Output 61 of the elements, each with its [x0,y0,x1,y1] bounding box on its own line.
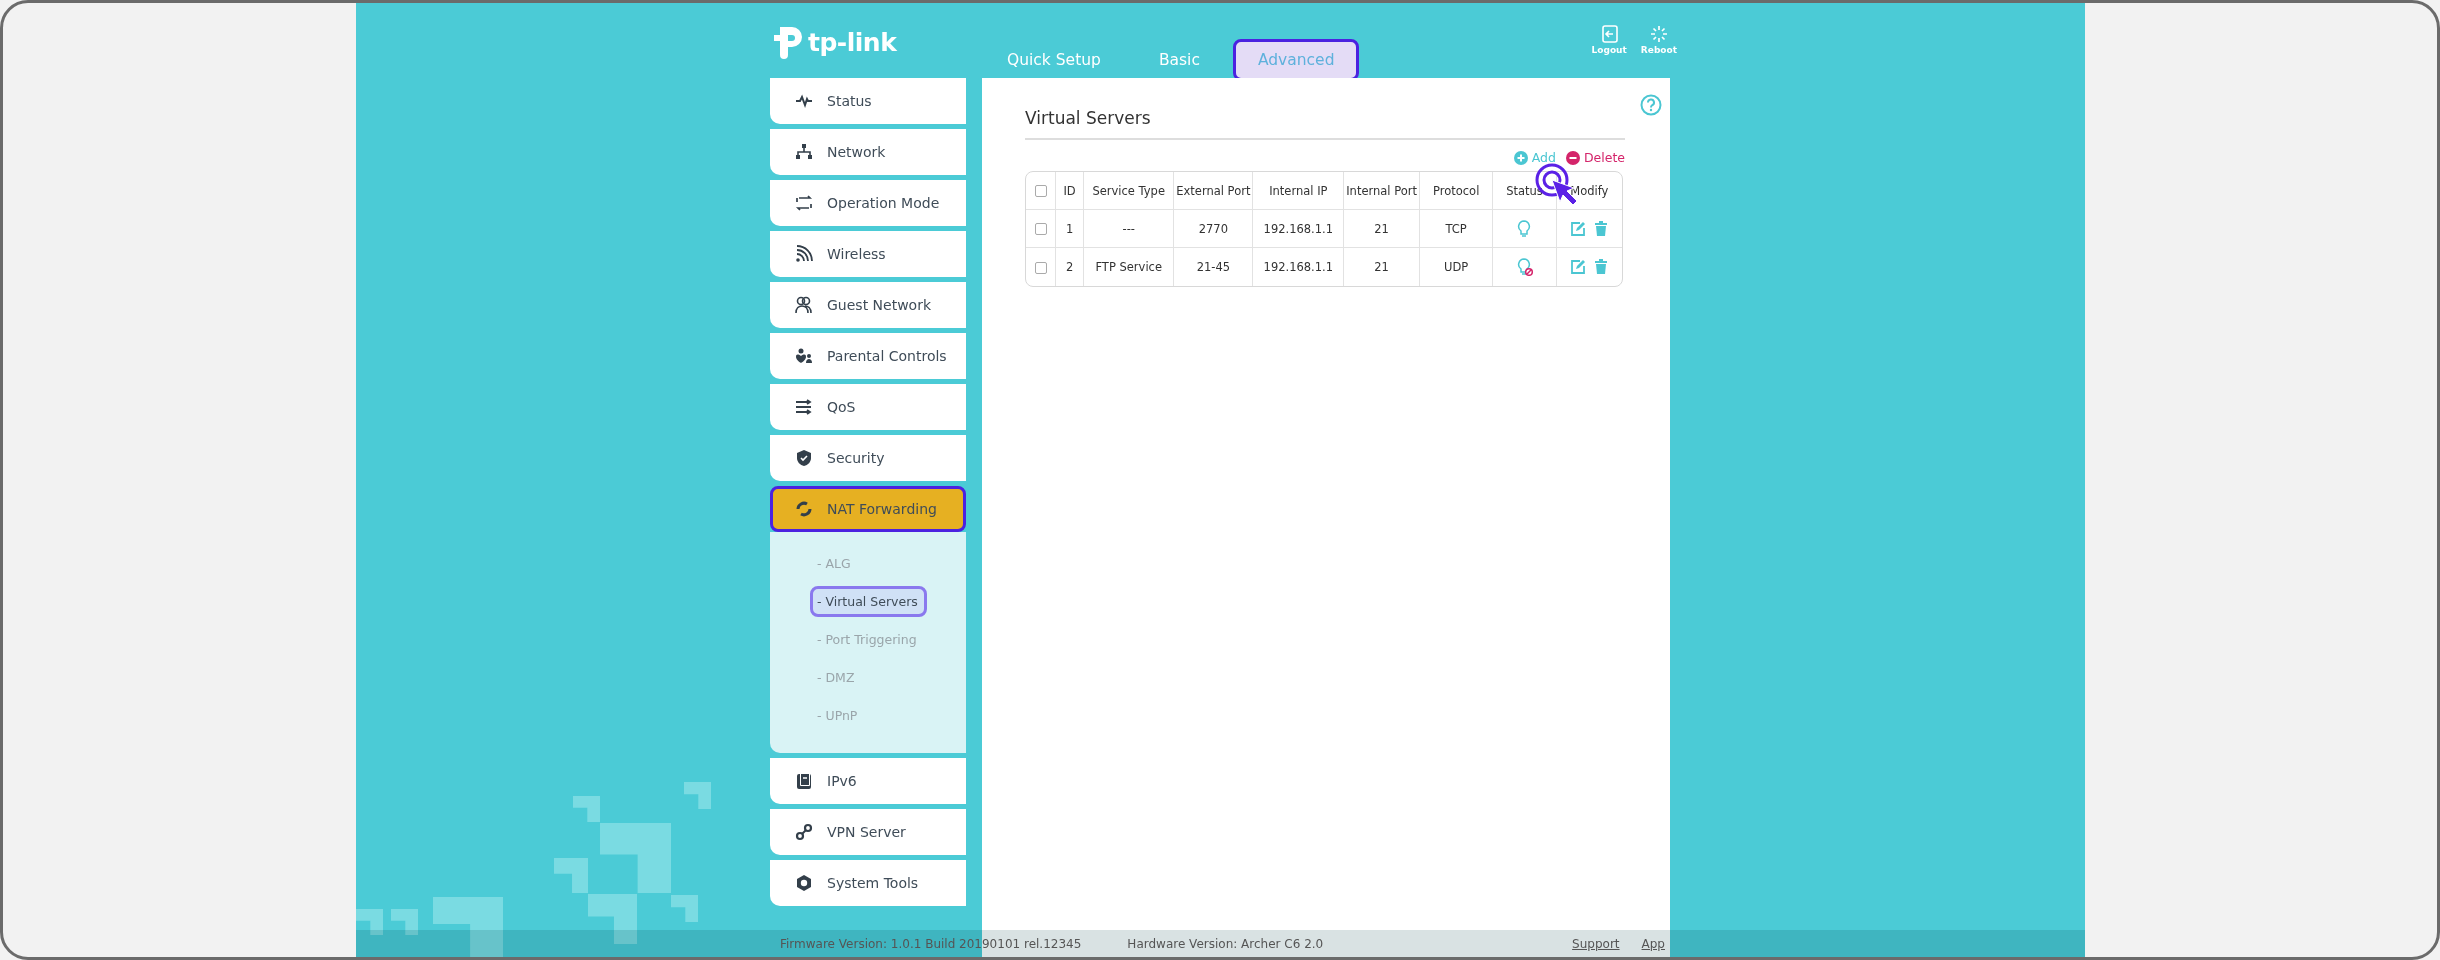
shield-icon [795,449,813,467]
users-icon [795,296,813,314]
column-header: Protocol [1420,172,1494,210]
edit-icon[interactable] [1570,220,1587,237]
table-cell: 192.168.1.1 [1253,248,1345,286]
table-cell: 192.168.1.1 [1253,210,1345,248]
table-cell: --- [1084,210,1175,248]
checkbox[interactable] [1034,261,1047,274]
exit-icon [1600,25,1619,43]
trash-icon[interactable] [1594,220,1609,237]
refresh-icon [795,500,813,518]
sidebar-item[interactable]: QoS [770,384,966,430]
sidebar-item[interactable]: Status [770,78,966,124]
sidebar-item[interactable]: Operation Mode [770,180,966,226]
wifi-icon [795,245,813,263]
logo-text: tp-link [808,27,897,57]
table-cell: 2 [1056,248,1085,286]
table-cell: 1 [1056,210,1085,248]
sidebar-item[interactable]: Parental Controls [770,333,966,379]
column-header: Service Type [1084,172,1175,210]
network-icon [795,143,813,161]
lines-arrows-icon [795,398,813,416]
sidebar-item[interactable]: Network [770,129,966,175]
swap-arrows-icon [795,194,813,212]
checkbox[interactable] [1034,185,1047,197]
link-icon [795,823,813,841]
logo-icon [772,25,804,59]
sidebar-item[interactable]: NAT Forwarding [770,486,966,532]
sidebar-item[interactable]: System Tools [770,860,966,906]
sidebar-item[interactable]: VPN Server [770,809,966,855]
delete-button[interactable]: Delete [1565,150,1625,165]
help-icon[interactable] [1640,94,1662,116]
sidebar-item[interactable]: IPv6 [770,758,966,804]
minus-icon [1565,150,1580,165]
document-icon [795,772,813,790]
edit-icon[interactable] [1570,259,1587,275]
checkbox[interactable] [1034,223,1047,235]
table-cell: 21 [1344,210,1420,248]
sidebar-item[interactable]: Security [770,435,966,481]
plus-icon [1513,150,1528,165]
family-icon [795,347,813,365]
table-cell: FTP Service [1084,248,1175,286]
sidebar-item[interactable]: Guest Network [770,282,966,328]
column-header: Internal Port [1344,172,1420,210]
spinner-icon [1649,25,1668,43]
page-title: Virtual Servers [1025,108,1625,140]
table-cell: 2770 [1174,210,1254,248]
footer-link[interactable]: Support [1572,936,1620,951]
trash-icon[interactable] [1594,259,1609,275]
sidebar-item[interactable]: Wireless [770,231,966,277]
table-cell: 21-45 [1174,248,1254,286]
gear-icon [795,874,813,892]
column-header: ID [1056,172,1085,210]
column-header: Internal IP [1253,172,1345,210]
table-cell: 21 [1344,248,1420,286]
table-cell: UDP [1420,248,1494,286]
submenu-item[interactable]: - Virtual Servers [810,586,927,617]
hardware-version: Hardware Version: Archer C6 2.0 [1127,936,1324,951]
footer-link[interactable]: App [1641,936,1665,951]
table-cell: TCP [1420,210,1494,248]
column-header: External Port [1174,172,1254,210]
